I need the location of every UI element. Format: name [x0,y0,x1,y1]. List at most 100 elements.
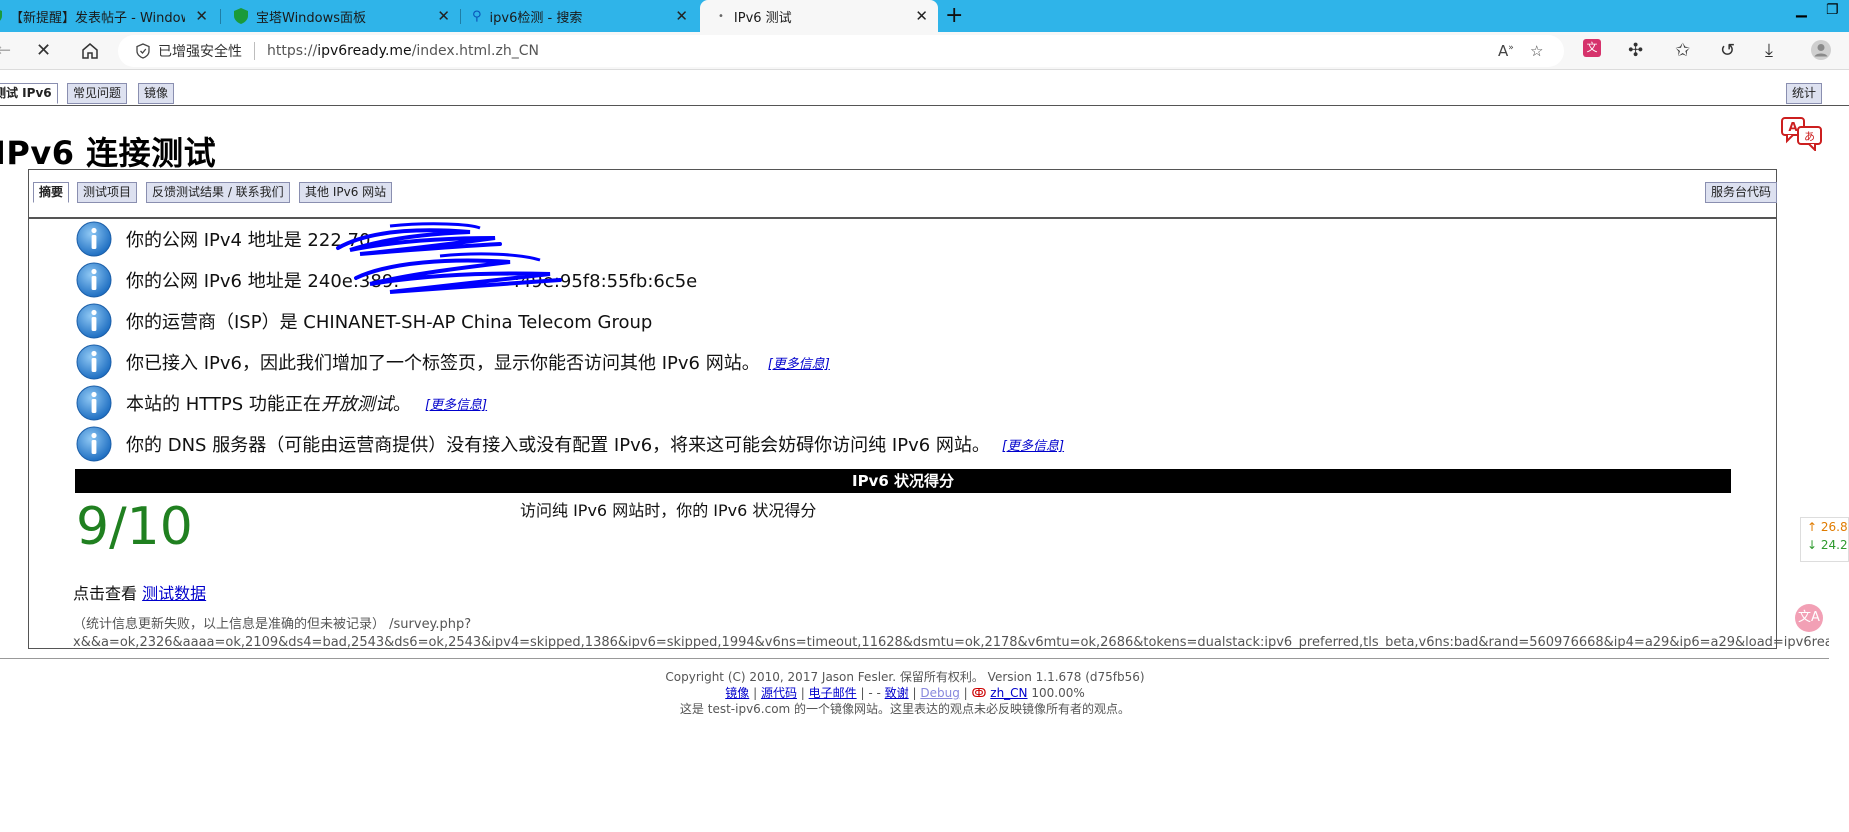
info-text: 。 [392,394,411,415]
browser-tab-active[interactable]: • IPv6 测试 ✕ [700,0,938,32]
security-label[interactable]: 已增强安全性 [158,41,242,61]
footer-link-mirrors[interactable]: 镜像 [725,686,749,700]
footer-link-debug[interactable]: Debug [920,686,959,700]
footer-links: 镜像 | 源代码 | 电子邮件 | - - 致谢 | Debug | ↂ zh_… [725,686,1085,700]
more-info-link[interactable]: [更多信息] [768,353,830,372]
browser-tab[interactable]: 宝塔Windows面板 ✕ [228,0,460,32]
add-favorite-icon[interactable]: ☆ [1530,42,1543,60]
close-tab-icon[interactable]: ✕ [915,7,928,25]
profile-avatar-icon[interactable] [1810,39,1832,61]
info-text: 本站的 HTTPS 功能正在 [126,394,321,415]
info-text: 你的运营商（ISP）是 CHINANET-SH-AP China Telecom… [126,312,653,333]
footer-placeholder: - [876,686,881,700]
security-shield-icon[interactable] [136,43,150,59]
tab-title: 宝塔Windows面板 [256,10,367,26]
home-icon[interactable] [80,41,100,61]
extensions-puzzle-icon[interactable]: ✣ [1628,40,1643,61]
shield-favicon-icon [0,10,2,21]
footer-locale[interactable]: ↂ zh_CN [971,686,1027,700]
footer-link-locale[interactable]: zh_CN [990,686,1027,700]
footer-link-thanks[interactable]: 致谢 [885,686,909,700]
nav-tab-test-ipv6[interactable]: 测试 IPv6 [0,83,58,104]
more-info-link[interactable]: [更多信息] [1002,435,1064,454]
browser-toolbar: ← ✕ 已增强安全性 https://ipv6ready.me/index.ht… [0,32,1849,70]
info-ipv6-tab-added: 你已接入 IPv6，因此我们增加了一个标签页，显示你能否访问其他 IPv6 网站… [76,343,830,381]
nav-tab-faq[interactable]: 常见问题 [67,83,128,104]
language-flag-icon: ↂ [971,686,987,700]
back-arrow-icon[interactable]: ← [0,40,11,61]
svg-text:あ: あ [1804,130,1815,143]
close-tab-icon[interactable]: ✕ [195,7,208,25]
url-prefix: https:// [267,43,318,59]
more-info-link[interactable]: [更多信息] [425,394,487,413]
info-text-emphasis: 开放测试 [320,394,393,415]
info-ipv4-address: 你的公网 IPv4 地址是 222.70. [76,220,376,258]
footer-link-source[interactable]: 源代码 [761,686,797,700]
footer-mirror-note: 这是 test-ipv6.com 的一个镜像网站。这里表达的观点未必反映镜像所有… [679,702,1131,716]
stats-note-query: x&&a=ok,2326&aaaa=ok,2109&ds4=bad,2543&d… [73,635,1829,650]
history-icon[interactable]: ↺ [1720,40,1735,61]
stop-loading-icon[interactable]: ✕ [36,40,51,61]
info-text: 你的 DNS 服务器（可能由运营商提供）没有接入或没有配置 IPv6，将来这可能… [126,435,990,456]
tab-separator [220,9,221,24]
sub-tab-feedback[interactable]: 反馈测试结果 / 联系我们 [146,182,290,203]
upload-speed: ↑ 26.8 [1807,520,1848,534]
info-text: 你的公网 IPv6 地址是 240e:389: :49e:95f8:55fb:6… [126,271,698,292]
test-data-prefix: 点击查看 [73,584,138,603]
footer-placeholder: - [868,686,873,700]
new-tab-plus-icon[interactable]: + [945,3,963,28]
sub-tab-tests[interactable]: 测试项目 [77,182,138,203]
footer-divider [0,658,1829,659]
footer-link-email[interactable]: 电子邮件 [809,686,857,700]
browser-tab[interactable]: 【新提醒】发表帖子 - Windows ✕ [0,0,218,32]
network-speed-widget[interactable]: ↑ 26.8 ↓ 24.2 [1800,517,1849,562]
favorites-icon[interactable]: ✩ [1675,40,1690,61]
tab-title: ipv6检测 - 搜索 [489,10,583,26]
read-aloud-icon[interactable]: A» [1498,42,1514,60]
test-data-link[interactable]: 测试数据 [142,584,206,603]
sub-tab-summary[interactable]: 摘要 [33,182,70,203]
nav-tab-stats[interactable]: 统计 [1786,83,1823,104]
language-translate-icon[interactable]: A あ [1781,117,1823,151]
tab-title: 【新提醒】发表帖子 - Windows [10,10,185,26]
info-icon [76,262,112,298]
minimize-window-icon[interactable]: ▁ [1796,2,1807,18]
info-text: 你已接入 IPv6，因此我们增加了一个标签页，显示你能否访问其他 IPv6 网站… [126,353,760,374]
footer-locale-percent: 100.00% [1031,686,1085,700]
sub-tab-helpdesk-code[interactable]: 服务台代码 [1705,182,1778,203]
loading-dot-icon: • [718,10,724,22]
stats-note: （统计信息更新失败，以上信息是准确的但未被记录） /survey.php? x&… [73,616,1829,652]
download-speed: ↓ 24.2 [1807,538,1848,552]
downloads-icon[interactable]: ⤓ [1765,40,1773,61]
sub-tab-other-ipv6-sites[interactable]: 其他 IPv6 网站 [299,182,393,203]
footer-copyright: Copyright (C) 2010, 2017 Jason Fesler. 保… [665,670,1145,684]
footer: Copyright (C) 2010, 2017 Jason Fesler. 保… [0,669,1810,717]
browser-tab[interactable]: ⚲ ipv6检测 - 搜索 ✕ [466,0,698,32]
page-title: IPv6 连接测试 [0,134,217,172]
info-isp: 你的运营商（ISP）是 CHINANET-SH-AP China Telecom… [76,302,652,340]
address-bar[interactable]: 已增强安全性 https://ipv6ready.me/index.html.z… [118,35,1564,67]
url-host: ipv6ready.me [317,43,412,59]
nav-tab-mirrors[interactable]: 镜像 [138,83,175,104]
nav-divider [0,105,1849,106]
tab-separator [460,9,461,24]
translate-bubble-icon[interactable]: 文A [1795,604,1823,632]
test-data-line: 点击查看 测试数据 [73,580,206,604]
score-description: 访问纯 IPv6 网站时，你的 IPv6 状况得分 [520,501,817,520]
close-tab-icon[interactable]: ✕ [675,7,688,25]
url-text[interactable]: https://ipv6ready.me/index.html.zh_CN [267,43,539,59]
info-icon [76,385,112,421]
info-icon [76,303,112,339]
search-favicon-icon: ⚲ [472,8,482,24]
svg-text:A: A [1788,120,1798,134]
sub-tab-divider [28,217,1777,219]
info-icon [76,221,112,257]
restore-window-icon[interactable]: ❐ [1826,2,1839,18]
info-https-beta: 本站的 HTTPS 功能正在 开放测试。 [更多信息] [76,384,487,422]
translate-extension-icon[interactable]: 文 [1583,39,1601,57]
url-path: /index.html.zh_CN [411,43,539,59]
close-tab-icon[interactable]: ✕ [437,7,450,25]
info-icon [76,344,112,380]
score-value: 9/10 [76,497,193,557]
shield-favicon-icon [234,8,248,24]
